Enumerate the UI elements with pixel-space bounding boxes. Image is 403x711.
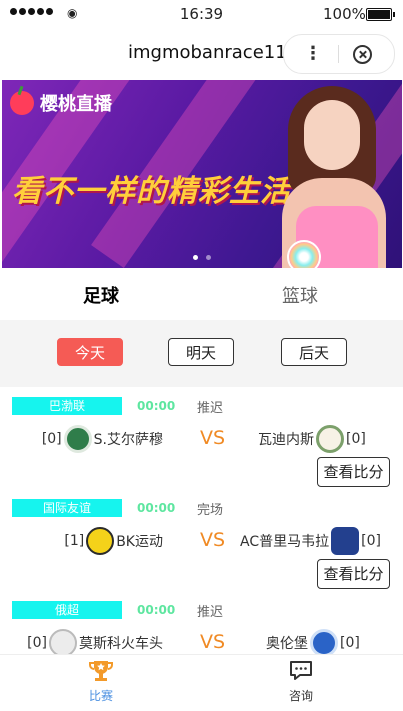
title-bar: imgmobanrace11 ⋮ [0, 28, 403, 80]
vs-label: VS [200, 529, 226, 551]
away-score: [0] [340, 635, 360, 651]
league-tag: 国际友谊 [12, 499, 122, 517]
league-tag: 巴渤联 [12, 397, 122, 415]
home-team: [1] BK运动 [64, 527, 163, 555]
tab-basketball[interactable]: 篮球 [282, 282, 318, 308]
day-after-tomorrow-button[interactable]: 后天 [281, 338, 347, 366]
banner-slogan: 看不一样的精彩生活 [12, 174, 291, 209]
status-bar: ◉ 16:39 100% [0, 0, 403, 28]
nav-matches[interactable]: 比赛 [71, 659, 131, 704]
match-time: 00:00 [137, 501, 176, 515]
team-badge-icon [316, 425, 344, 453]
banner-logo-text: 樱桃直播 [40, 94, 112, 115]
carousel-dot [206, 255, 211, 260]
nav-news[interactable]: 咨询 [271, 659, 331, 704]
match-status: 完场 [197, 503, 224, 518]
away-team-name: 瓦迪内斯 [258, 432, 314, 448]
view-score-button[interactable]: 查看比分 [317, 457, 390, 487]
day-tomorrow-button[interactable]: 明天 [168, 338, 234, 366]
home-team-name: S.艾尔萨穆 [93, 432, 163, 448]
match-status: 推迟 [197, 605, 224, 620]
match-card: 俄超 00:00 推迟 [0] 莫斯科火车头 VS 奥伦堡 [0] [0, 591, 403, 657]
promo-banner[interactable]: 樱桃直播 看不一样的精彩生活 [2, 80, 402, 268]
bottom-nav: 比赛 咨询 [0, 654, 403, 711]
battery-icon [366, 8, 395, 21]
away-team-name: 奥伦堡 [266, 636, 308, 652]
team-badge-icon [331, 527, 360, 555]
league-tag: 俄超 [12, 601, 122, 619]
nav-news-label: 咨询 [288, 689, 313, 703]
mini-program-capsule: ⋮ [283, 34, 395, 74]
team-badge-icon [86, 527, 115, 555]
vs-label: VS [200, 427, 226, 449]
cherry-icon [10, 91, 34, 115]
match-card: 巴渤联 00:00 推迟 [0] S.艾尔萨穆 VS 瓦迪内斯 [0] 查看比分 [0, 387, 403, 489]
lollipop-image [287, 240, 321, 268]
close-icon[interactable] [353, 45, 372, 64]
team-badge-icon [63, 425, 92, 453]
match-card: 国际友谊 00:00 完场 [1] BK运动 VS AC普里马韦拉 [0] 查看… [0, 489, 403, 591]
home-team-name: BK运动 [116, 534, 163, 550]
carousel-indicator [2, 255, 402, 260]
home-score: [0] [41, 431, 62, 447]
home-team-name: 莫斯科火车头 [79, 636, 163, 652]
away-score: [0] [361, 533, 381, 549]
banner-model-image [272, 86, 392, 268]
carousel-dot [193, 255, 198, 260]
home-score: [0] [27, 635, 47, 651]
match-time: 00:00 [137, 399, 176, 413]
away-team: AC普里马韦拉 [0] [240, 527, 381, 555]
vs-label: VS [200, 631, 226, 653]
sport-tabs: 足球 篮球 [0, 268, 403, 320]
nav-matches-label: 比赛 [88, 689, 113, 703]
team-badge-icon [310, 629, 338, 657]
away-team: 奥伦堡 [0] [240, 629, 360, 657]
home-team: [0] 莫斯科火车头 [27, 629, 163, 657]
tab-football[interactable]: 足球 [83, 282, 119, 308]
away-team-name: AC普里马韦拉 [240, 534, 330, 550]
away-team: 瓦迪内斯 [0] [240, 425, 366, 453]
trophy-icon [89, 661, 113, 681]
day-selector: 今天 明天 后天 [0, 320, 403, 387]
capsule-divider [338, 45, 339, 63]
day-today-button[interactable]: 今天 [57, 338, 123, 366]
team-badge-icon [49, 629, 77, 657]
home-team: [0] S.艾尔萨穆 [42, 425, 163, 453]
chat-icon [290, 661, 312, 680]
banner-logo: 樱桃直播 [10, 90, 112, 116]
more-icon[interactable]: ⋮ [304, 43, 322, 64]
home-score: [1] [64, 533, 85, 549]
match-time: 00:00 [137, 603, 176, 617]
view-score-button[interactable]: 查看比分 [317, 559, 390, 589]
battery-level: 100% [323, 5, 366, 23]
away-score: [0] [346, 431, 366, 447]
page-title: imgmobanrace11 [128, 42, 287, 63]
match-status: 推迟 [197, 401, 224, 416]
